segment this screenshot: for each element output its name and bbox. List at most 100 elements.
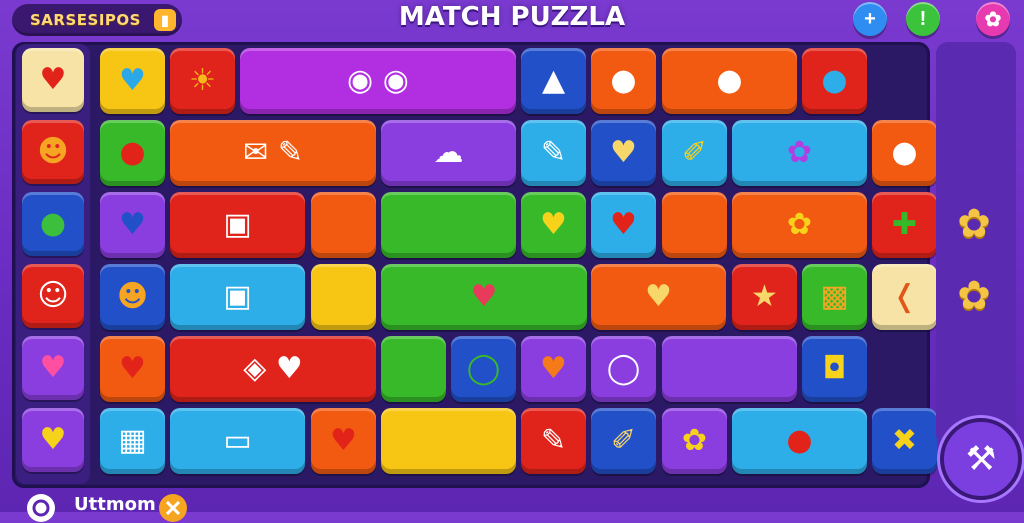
close-icon[interactable] <box>158 493 188 523</box>
grid-tile[interactable]: ● <box>802 48 867 114</box>
grid-tile[interactable]: ★ <box>732 264 797 330</box>
jar-icon: ◘ <box>822 351 847 386</box>
heart-icon: ♥ <box>39 62 67 97</box>
grid-tile[interactable]: ● <box>100 120 165 186</box>
grid-tile[interactable]: ▲ <box>521 48 586 114</box>
grid-tile[interactable]: ▭ <box>170 408 305 474</box>
grid-tile[interactable]: ◯ <box>591 336 656 402</box>
grid-tile[interactable]: ♥ <box>311 408 376 474</box>
hammer-icon: ✖ <box>891 423 918 458</box>
grid-tile[interactable]: ✐ <box>662 120 727 186</box>
grid-tile[interactable] <box>662 336 797 402</box>
grid-tile[interactable]: ✐ <box>591 408 656 474</box>
pin-icon: ✚ <box>891 207 918 242</box>
spoon-icon: ✐ <box>681 135 708 170</box>
flower-icon[interactable]: ✿ <box>950 272 998 320</box>
grid-tile[interactable] <box>381 408 516 474</box>
cookie-icon: ● <box>610 63 637 98</box>
star-icon: ★ <box>751 279 778 314</box>
grid-tile[interactable]: ♥ <box>100 48 165 114</box>
grid-tile[interactable]: ◉ ◉ <box>240 48 516 114</box>
grid-tile[interactable]: ♥ <box>591 120 656 186</box>
sausage-icon: ❬ <box>891 279 918 314</box>
circle-icon: ● <box>821 63 848 98</box>
speech-bubble-icon: ☁ <box>433 135 464 170</box>
grid-tile[interactable]: ♥ <box>100 336 165 402</box>
smiley-icon: ☺ <box>37 278 69 313</box>
grid-tile[interactable]: ▩ <box>802 264 867 330</box>
grid-tile[interactable]: ✎ <box>521 408 586 474</box>
flower-icon[interactable]: ✿ <box>950 200 998 248</box>
grid-tile[interactable]: ♥ <box>381 264 587 330</box>
flower-icon: ✿ <box>786 135 813 170</box>
grid-tile[interactable]: ♥ <box>591 192 656 258</box>
info-button[interactable]: ! <box>906 2 940 36</box>
heart-icon: ♥ <box>39 422 67 457</box>
hammer-action-button[interactable]: ⚒ <box>940 418 1022 500</box>
grid-tile[interactable]: ▣ <box>170 192 305 258</box>
pattern-icon: ▦ <box>118 423 147 458</box>
left-column-tile[interactable]: ● <box>22 192 84 256</box>
grid-tile[interactable]: ☻ <box>100 264 165 330</box>
grid-tile[interactable]: ● <box>662 48 797 114</box>
grid-tile[interactable]: ❬ <box>872 264 937 330</box>
hammer-icon: ⚒ <box>965 439 997 479</box>
grid-tile[interactable]: ● <box>732 408 867 474</box>
smiley-icon: ☻ <box>116 279 149 314</box>
ring-icon: ◯ <box>466 351 501 386</box>
grid-tile[interactable]: ☀ <box>170 48 235 114</box>
add-button[interactable]: + <box>853 2 887 36</box>
settings-button[interactable]: ✿ <box>976 2 1010 36</box>
face-icon: ☻ <box>37 134 69 169</box>
heart-icon: ♥ <box>540 351 567 386</box>
heart-icon: ♥ <box>610 135 637 170</box>
top-bar: SARSESIPOS ▮ MATCH PUZZLA +! ✿ <box>0 0 1024 44</box>
grid-tile[interactable]: ✿ <box>732 120 867 186</box>
pin-icon: ✎ <box>540 423 567 458</box>
eyes-icon: ▣ <box>223 279 252 314</box>
grid-tile[interactable]: ● <box>591 48 656 114</box>
grid-tile[interactable]: ◘ <box>802 336 867 402</box>
grid-tile[interactable]: ✖ <box>872 408 937 474</box>
chat-icon: ▣ <box>223 207 252 242</box>
grid-tile[interactable] <box>381 192 516 258</box>
cookie-icon: ● <box>716 63 743 98</box>
left-column-tile[interactable]: ♥ <box>22 336 84 400</box>
ring-icon: ◯ <box>606 351 641 386</box>
grid-tile[interactable]: ♥ <box>521 192 586 258</box>
flower-icon: ✿ <box>681 423 708 458</box>
grid-tile[interactable]: ◈ ♥ <box>170 336 376 402</box>
grid-tile[interactable]: ✿ <box>732 192 867 258</box>
grid-tile[interactable] <box>381 336 446 402</box>
apple-icon: ● <box>119 135 146 170</box>
refresh-icon[interactable] <box>26 493 56 523</box>
grid-tile[interactable]: ▣ <box>170 264 305 330</box>
envelope-icon: ✉ ✎ <box>243 135 303 170</box>
heart-icon: ♥ <box>119 63 146 98</box>
brush-icon: ✎ <box>540 135 567 170</box>
left-column-tile[interactable]: ♥ <box>22 48 84 112</box>
left-column-tile[interactable]: ☻ <box>22 120 84 184</box>
left-column-tile[interactable]: ♥ <box>22 408 84 472</box>
card-icon: ▭ <box>223 423 252 458</box>
heart-icon: ♥ <box>540 207 567 242</box>
grid-tile[interactable]: ◯ <box>451 336 516 402</box>
grid-tile[interactable] <box>311 264 376 330</box>
grid-tile[interactable]: ✿ <box>662 408 727 474</box>
heart-icon: ♥ <box>610 207 637 242</box>
grid-tile[interactable]: ✉ ✎ <box>170 120 376 186</box>
grid-tile[interactable]: ✎ <box>521 120 586 186</box>
grid-tile[interactable]: ♥ <box>100 192 165 258</box>
bell-icon: ▲ <box>541 63 566 98</box>
grid-tile[interactable]: ☁ <box>381 120 516 186</box>
grid-tile[interactable]: ✚ <box>872 192 937 258</box>
left-column-tile[interactable]: ☺ <box>22 264 84 328</box>
grid-tile[interactable]: ▦ <box>100 408 165 474</box>
grid-tile[interactable] <box>311 192 376 258</box>
bandage-icon: ✐ <box>610 423 637 458</box>
grid-tile[interactable]: ♥ <box>521 336 586 402</box>
sun-icon: ☀ <box>189 63 216 98</box>
grid-tile[interactable]: ♥ <box>591 264 726 330</box>
grid-tile[interactable] <box>662 192 727 258</box>
grid-tile[interactable]: ● <box>872 120 937 186</box>
